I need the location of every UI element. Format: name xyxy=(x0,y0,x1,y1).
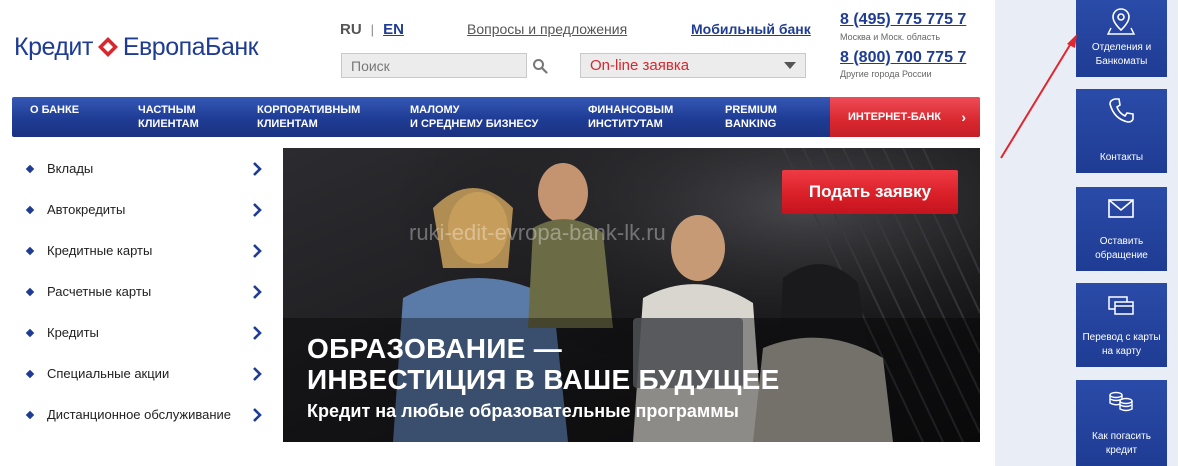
menu-label: Дистанционное обслуживание xyxy=(47,407,232,422)
search-icon[interactable] xyxy=(532,54,548,78)
menu-label: Кредиты xyxy=(47,325,99,340)
tile-label: Контакты xyxy=(1099,152,1144,163)
menu-item-remote-service[interactable]: Дистанционное обслуживание xyxy=(13,394,275,435)
online-request-value: On-line заявка xyxy=(590,57,690,74)
main-area: Кредит ЕвропаБанк RU | EN Вопросы и пред… xyxy=(0,0,995,466)
internet-bank-button[interactable]: Интернет-банк › xyxy=(830,97,980,137)
search-input[interactable] xyxy=(342,54,532,77)
tile-label: Отделения и Банкоматы xyxy=(1091,42,1152,67)
nav-label: клиентам xyxy=(138,118,199,130)
tile-label: Оставить обращение xyxy=(1095,236,1148,261)
nav-item-corporate[interactable]: Корпоративным клиентам xyxy=(257,97,360,131)
chevron-right-icon: › xyxy=(961,109,966,125)
phone-moscow-note: Москва и Моск. область xyxy=(840,32,941,42)
lang-ru[interactable]: RU xyxy=(340,21,362,38)
nav-item-about[interactable]: О банке xyxy=(30,97,79,117)
map-pin-icon xyxy=(1106,8,1136,35)
nav-label: Малому xyxy=(410,104,460,116)
chevron-right-icon xyxy=(249,325,265,341)
language-switcher: RU | EN xyxy=(340,21,404,38)
coins-icon xyxy=(1109,391,1133,412)
tile-label: Перевод с карты на карту xyxy=(1082,332,1161,357)
banner-headline: ОБРАЗОВАНИЕ — ИНВЕСТИЦИЯ В ВАШЕ БУДУЩЕЕ xyxy=(307,333,780,395)
menu-item-debit-cards[interactable]: Расчетные карты xyxy=(13,271,275,312)
apply-button[interactable]: Подать заявку xyxy=(782,170,958,214)
tile-feedback[interactable]: Оставить обращение xyxy=(1076,187,1167,271)
logo-text-right: ЕвропаБанк xyxy=(122,32,259,61)
envelope-icon xyxy=(1108,199,1134,218)
bullet-icon xyxy=(25,410,35,419)
internet-bank-label: Интернет-банк xyxy=(848,111,941,123)
menu-label: Расчетные карты xyxy=(47,284,152,299)
menu-item-loans[interactable]: Кредиты xyxy=(13,312,275,353)
main-nav: О банке Частным клиентам Корпоративным к… xyxy=(12,97,980,137)
nav-label: Финансовым xyxy=(588,104,674,116)
bullet-icon xyxy=(25,287,35,296)
promo-banner[interactable]: ruki-edit-evropa-bank-lk.ru Подать заявк… xyxy=(283,148,980,442)
tile-repay-loan[interactable]: Как погасить кредит xyxy=(1076,380,1167,466)
banner-subtitle: Кредит на любые образовательные программ… xyxy=(307,401,739,421)
tile-branches-atms[interactable]: Отделения и Банкоматы xyxy=(1076,0,1167,77)
nav-item-private[interactable]: Частным клиентам xyxy=(138,97,199,131)
watermark: ruki-edit-evropa-bank-lk.ru xyxy=(409,220,666,245)
chevron-down-icon xyxy=(784,62,796,69)
nav-item-premium[interactable]: Premium banking xyxy=(725,97,777,131)
banner-headline-line-1: ОБРАЗОВАНИЕ — xyxy=(307,333,563,364)
side-menu: Вклады Автокредиты Кредитные карты Расче… xyxy=(13,148,275,442)
nav-label: институтам xyxy=(588,118,663,130)
logo-diamond-icon xyxy=(97,37,118,57)
phone-russia-note: Другие города России xyxy=(840,69,932,79)
bullet-icon xyxy=(25,369,35,378)
nav-label: Premium xyxy=(725,104,777,116)
menu-label: Вклады xyxy=(47,161,94,176)
search-box xyxy=(341,53,548,78)
chevron-right-icon xyxy=(249,161,265,177)
lang-en[interactable]: EN xyxy=(383,21,404,38)
chevron-right-icon xyxy=(249,243,265,259)
nav-label: клиентам xyxy=(257,118,318,130)
card-transfer-icon xyxy=(1108,296,1134,315)
menu-item-credit-cards[interactable]: Кредитные карты xyxy=(13,230,275,271)
tile-contacts[interactable]: Контакты xyxy=(1076,89,1167,173)
nav-label: О банке xyxy=(30,104,80,116)
nav-item-financial[interactable]: Финансовым институтам xyxy=(588,97,673,131)
logo-text-left: Кредит xyxy=(14,32,93,61)
menu-item-auto-loans[interactable]: Автокредиты xyxy=(13,189,275,230)
menu-item-special-offers[interactable]: Специальные акции xyxy=(13,353,275,394)
tile-label: Как погасить кредит xyxy=(1092,431,1151,456)
nav-label: Корпоративным xyxy=(257,104,361,116)
menu-label: Кредитные карты xyxy=(47,243,153,258)
bullet-icon xyxy=(25,246,35,255)
bullet-icon xyxy=(25,205,35,214)
banner-headline-line-2: ИНВЕСТИЦИЯ В ВАШЕ БУДУЩЕЕ xyxy=(307,364,780,395)
mobile-bank-link[interactable]: Мобильный банк xyxy=(691,21,811,37)
annotation-arrow-icon xyxy=(1000,34,1077,159)
tile-card-transfer[interactable]: Перевод с карты на карту xyxy=(1076,283,1167,367)
bullet-icon xyxy=(25,328,35,337)
chevron-right-icon xyxy=(249,366,265,382)
phone-russia[interactable]: 8 (800) 700 775 7 xyxy=(840,49,966,67)
phone-icon xyxy=(1109,98,1134,123)
nav-label: и среднему бизнесу xyxy=(410,118,539,130)
chevron-right-icon xyxy=(249,202,265,218)
nav-label: banking xyxy=(725,118,777,130)
menu-item-deposits[interactable]: Вклады xyxy=(13,148,275,189)
lang-separator: | xyxy=(370,22,375,37)
menu-label: Специальные акции xyxy=(47,366,170,381)
bank-logo[interactable]: Кредит ЕвропаБанк xyxy=(14,30,259,64)
bullet-icon xyxy=(25,164,35,173)
menu-label: Автокредиты xyxy=(47,202,126,217)
chevron-right-icon xyxy=(249,407,265,423)
questions-link[interactable]: Вопросы и предложения xyxy=(467,21,627,37)
nav-item-small-business[interactable]: Малому и среднему бизнесу xyxy=(410,97,538,131)
online-request-select[interactable]: On-line заявка xyxy=(580,53,806,78)
phone-moscow[interactable]: 8 (495) 775 775 7 xyxy=(840,11,966,29)
nav-label: Частным xyxy=(138,104,196,116)
chevron-right-icon xyxy=(249,284,265,300)
